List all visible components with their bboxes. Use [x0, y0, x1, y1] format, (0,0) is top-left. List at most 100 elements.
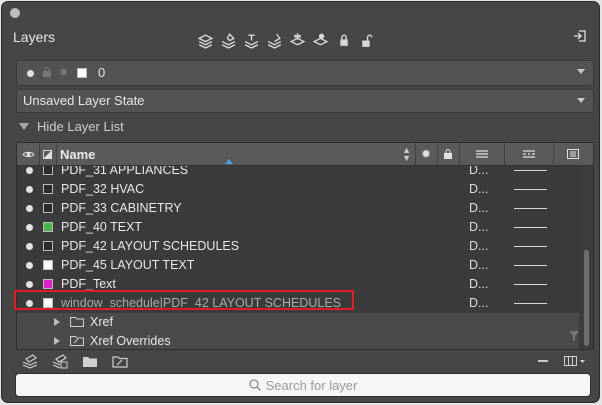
layer-desc: D...	[469, 220, 489, 234]
name-column-label: Name	[60, 146, 96, 162]
layer-isolate-icon[interactable]	[312, 32, 329, 49]
expand-arrow-icon[interactable]	[54, 318, 60, 326]
tree-item-xref[interactable]: Xref	[17, 313, 579, 332]
layer-row[interactable]: PDF_31 APPLIANCES D...	[17, 166, 579, 180]
layer-color-swatch[interactable]	[43, 279, 53, 289]
visibility-column-header[interactable]	[17, 143, 40, 165]
visibility-dot-icon[interactable]	[26, 186, 33, 193]
layers-panel: Layers ✹ 0 Unsaved Layer State Hide Laye…	[2, 2, 599, 402]
layer-desc: D...	[469, 277, 489, 291]
layer-desc: D...	[469, 201, 489, 215]
layer-color-swatch[interactable]	[43, 241, 53, 251]
color-swatch-icon	[43, 149, 52, 159]
filter-icon[interactable]	[568, 330, 580, 342]
collapse-triangle-icon	[19, 123, 29, 130]
layer-row[interactable]: PDF_33 CABINETRY D...	[17, 199, 579, 218]
layer-desc: D...	[469, 239, 489, 253]
scrollbar[interactable]	[581, 166, 592, 349]
sort-arrows-icon: ▲ ▼	[402, 145, 411, 163]
layer-color-swatch[interactable]	[43, 166, 53, 175]
freeze-icon: ✹	[59, 67, 69, 79]
new-group-filter-icon[interactable]	[82, 354, 98, 369]
lineweight-line	[514, 284, 547, 285]
new-property-filter-icon[interactable]	[112, 354, 128, 369]
layer-row[interactable]: PDF_32 HVAC D...	[17, 180, 579, 199]
sort-indicator-icon	[225, 159, 233, 164]
lineweight-line	[514, 265, 547, 266]
name-column-header[interactable]: Name ▲ ▼	[56, 143, 416, 165]
layer-name: PDF_45 LAYOUT TEXT	[61, 258, 195, 272]
layer-stack-icon[interactable]	[197, 32, 214, 49]
lineweight-line	[514, 189, 547, 190]
layer-state-dropdown[interactable]: Unsaved Layer State	[16, 89, 594, 113]
layer-color-swatch[interactable]	[43, 260, 53, 270]
dock-icon[interactable]	[573, 29, 587, 43]
on-dot-icon	[27, 70, 34, 77]
layer-color-swatch[interactable]	[43, 184, 53, 194]
layer-table: Name ▲ ▼ ✹ PDF_31 APPLIANCES D... PDF_32…	[16, 142, 594, 350]
hide-layer-list-toggle[interactable]: Hide Layer List	[19, 119, 124, 134]
layer-edit-icon[interactable]	[220, 32, 237, 49]
tree-item-xref-overrides[interactable]: Xref Overrides	[17, 332, 579, 349]
color-swatch	[77, 68, 87, 78]
current-layer-dropdown[interactable]: ✹ 0	[16, 60, 594, 86]
search-icon	[248, 379, 261, 391]
visibility-dot-icon[interactable]	[26, 167, 33, 174]
dropdown-caret-icon	[577, 98, 585, 103]
plot-icon	[567, 149, 579, 159]
layer-delete-icon[interactable]	[266, 32, 283, 49]
linetype-column-header[interactable]	[459, 143, 505, 165]
tree-item-label: Xref	[90, 315, 113, 329]
layer-merge-icon[interactable]	[243, 32, 260, 49]
lineweight-line	[514, 227, 547, 228]
layer-color-swatch[interactable]	[43, 203, 53, 213]
layer-name: PDF_33 CABINETRY	[61, 201, 182, 215]
plot-column-header[interactable]	[553, 143, 593, 165]
dashed-lines-icon	[522, 150, 535, 158]
new-layer-icon[interactable]	[22, 354, 38, 369]
layer-freeze-icon[interactable]	[289, 32, 306, 49]
collapse-minus-icon[interactable]	[538, 360, 548, 362]
close-button[interactable]	[10, 8, 20, 18]
highlighted-row-outline	[14, 290, 354, 310]
lineweight-line	[514, 208, 547, 209]
lines-icon	[475, 150, 488, 158]
layer-row[interactable]: PDF_40 TEXT D...	[17, 218, 579, 237]
layer-unlock-icon[interactable]	[358, 32, 375, 49]
visibility-dot-icon[interactable]	[26, 243, 33, 250]
dropdown-caret-icon	[577, 69, 585, 74]
columns-menu-icon[interactable]	[564, 354, 586, 368]
lock-icon	[444, 149, 452, 159]
scrollbar-thumb[interactable]	[584, 250, 589, 346]
visibility-dot-icon[interactable]	[26, 205, 33, 212]
visibility-dot-icon[interactable]	[26, 262, 33, 269]
layer-name: PDF_31 APPLIANCES	[61, 166, 189, 177]
layer-desc: D...	[469, 296, 489, 310]
panel-title: Layers	[13, 29, 56, 45]
freeze-column-header[interactable]: ✹	[415, 143, 438, 165]
layer-row[interactable]: PDF_42 LAYOUT SCHEDULES D...	[17, 237, 579, 256]
layer-rows: PDF_31 APPLIANCES D... PDF_32 HVAC D... …	[17, 166, 579, 349]
color-column-header[interactable]	[39, 143, 57, 165]
layer-row[interactable]: PDF_45 LAYOUT TEXT D...	[17, 256, 579, 275]
folder-icon	[70, 335, 84, 346]
layer-color-swatch[interactable]	[43, 222, 53, 232]
tree-item-label: Xref Overrides	[90, 334, 171, 348]
lineweight-column-header[interactable]	[504, 143, 554, 165]
search-field[interactable]: Search for layer	[15, 373, 591, 397]
layer-name: PDF_Text	[61, 277, 116, 291]
current-layer-name: 0	[98, 65, 106, 80]
search-placeholder: Search for layer	[265, 377, 358, 393]
hide-layer-list-label: Hide Layer List	[37, 119, 124, 134]
lock-column-header[interactable]	[437, 143, 460, 165]
layer-lock-icon[interactable]	[335, 32, 352, 49]
layer-desc: D...	[469, 258, 489, 272]
bottom-toolbar	[22, 354, 128, 369]
layer-state-label: Unsaved Layer State	[23, 93, 145, 108]
lineweight-line	[514, 170, 547, 171]
visibility-dot-icon[interactable]	[26, 224, 33, 231]
expand-arrow-icon[interactable]	[54, 337, 60, 345]
layer-toolbar	[197, 32, 375, 49]
visibility-dot-icon[interactable]	[26, 281, 33, 288]
new-layer-vp-icon[interactable]	[52, 354, 68, 369]
